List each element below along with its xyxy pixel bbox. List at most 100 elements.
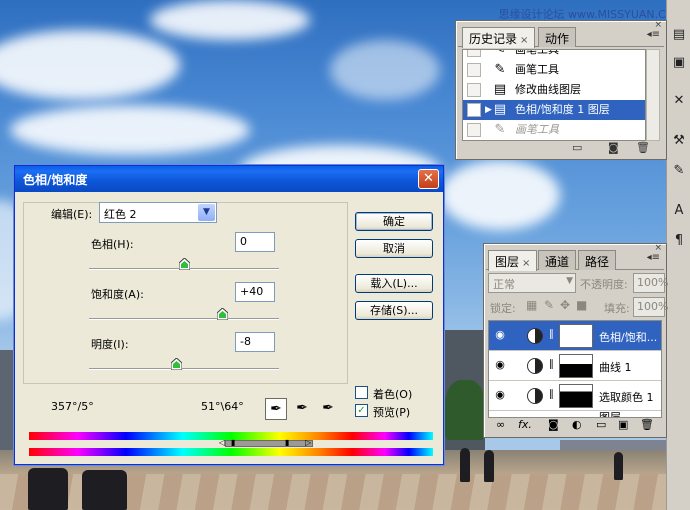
- layer-mask-thumbnail[interactable]: [559, 324, 593, 348]
- history-checkbox[interactable]: [467, 123, 481, 137]
- adjust-group: [23, 202, 348, 384]
- opacity-value: 100%: [637, 276, 669, 289]
- save-label: 存储(S)...: [369, 304, 419, 317]
- hue-saturation-dialog: 色相/饱和度 ✕ 编辑(E): 红色 2 ▼ 色相(H): 0 饱和度(A): …: [14, 165, 444, 465]
- eyedropper-plus-icon[interactable]: ✒: [291, 398, 313, 420]
- history-item-selected[interactable]: ▶ ▤ 色相/饱和度 1 图层: [463, 100, 645, 120]
- cancel-button[interactable]: 取消: [355, 239, 433, 258]
- lightness-slider-track[interactable]: [89, 358, 279, 370]
- ok-button[interactable]: 确定: [355, 212, 433, 231]
- range-knob-right-icon[interactable]: ▷: [305, 438, 311, 447]
- hue-label: 色相(H):: [91, 238, 134, 251]
- color-range-slider[interactable]: [225, 440, 313, 447]
- dialog-titlebar[interactable]: 色相/饱和度: [15, 166, 443, 192]
- layer-mask-thumbnail[interactable]: [559, 354, 593, 378]
- range-knob-icon[interactable]: ▮: [285, 438, 289, 447]
- panel-icon[interactable]: ▤: [670, 26, 688, 44]
- tab-actions[interactable]: 动作: [538, 27, 577, 47]
- cloud: [330, 40, 440, 100]
- load-button[interactable]: 载入(L)...: [355, 274, 433, 293]
- text-tool-icon[interactable]: A: [670, 202, 688, 220]
- group-icon[interactable]: ▭: [596, 418, 606, 431]
- trash-icon[interactable]: 🗑: [640, 418, 654, 431]
- tab-close-icon[interactable]: ×: [522, 258, 530, 269]
- blend-mode-select[interactable]: 正常 ▼: [488, 273, 576, 293]
- camera-icon[interactable]: ◙: [608, 141, 619, 154]
- new-adjustment-icon[interactable]: ◐: [572, 418, 582, 431]
- tab-close-icon[interactable]: ×: [520, 35, 528, 46]
- trash-icon[interactable]: 🗑: [636, 141, 650, 154]
- lock-move-icon[interactable]: ✥: [560, 298, 570, 312]
- person: [28, 468, 68, 510]
- hue-slider-track[interactable]: [89, 258, 279, 270]
- preview-checkbox[interactable]: ✓: [355, 404, 368, 417]
- lock-paint-icon[interactable]: ✎: [544, 298, 554, 312]
- history-checkbox[interactable]: [467, 50, 481, 57]
- cloud: [150, 0, 310, 40]
- chevron-down-icon: ▼: [198, 204, 215, 221]
- layers-palette: × 图层 × 通道 路径 ◂≡ 正常 ▼ 不透明度: 100% 锁定: ▦ ✎ ✥ …: [483, 243, 669, 438]
- link-layers-icon[interactable]: ∞: [496, 418, 505, 431]
- edit-select[interactable]: 红色 2 ▼: [99, 202, 217, 223]
- layer-row[interactable]: ◉ ∥ 选取颜色 1: [489, 381, 661, 411]
- history-item[interactable]: ✎ 画笔工具: [463, 50, 645, 60]
- history-item[interactable]: ✎ 画笔工具: [463, 120, 645, 140]
- adjustment-icon: [527, 388, 543, 404]
- layer-mask-thumbnail[interactable]: [559, 384, 593, 408]
- opacity-field[interactable]: 100%: [633, 273, 669, 293]
- tool-icon[interactable]: ✕: [670, 92, 688, 110]
- chevron-down-icon: ▼: [566, 276, 573, 286]
- fill-field[interactable]: 100%: [633, 297, 669, 317]
- tool-icon[interactable]: ⚒: [670, 132, 688, 150]
- eye-icon[interactable]: ◉: [492, 388, 508, 404]
- eyedropper-icon[interactable]: ✒: [265, 398, 287, 420]
- person: [82, 470, 127, 510]
- tab-channels[interactable]: 通道: [538, 250, 577, 270]
- fx-icon[interactable]: fx.: [518, 418, 532, 431]
- lock-row: 锁定: ▦ ✎ ✥ ■ 填充: 100%: [488, 297, 669, 319]
- lightness-input[interactable]: -8: [235, 332, 275, 352]
- layer-row[interactable]: ◉ ∥ 色相/饱和...: [489, 321, 661, 351]
- hue-slider-thumb[interactable]: [178, 258, 190, 270]
- history-checkbox[interactable]: [467, 63, 481, 77]
- tool-icon[interactable]: ✎: [670, 162, 688, 180]
- fill-value: 100%: [637, 300, 669, 313]
- layer-row[interactable]: ◉ ∥ 曲线 1: [489, 351, 661, 381]
- save-button[interactable]: 存储(S)...: [355, 301, 433, 320]
- history-palette: × 历史记录 × 动作 ◂≡ ✎ 画笔工具 ✎ 画笔工具 ▤ 修改曲线图层 ▶ ▤…: [455, 20, 667, 160]
- eyedropper-minus-icon[interactable]: ✒: [317, 398, 339, 420]
- panel-icon[interactable]: ▣: [670, 54, 688, 72]
- lock-transparency-icon[interactable]: ▦: [526, 298, 537, 312]
- history-item[interactable]: ▤ 修改曲线图层: [463, 80, 645, 100]
- tab-paths[interactable]: 路径: [578, 250, 617, 270]
- saturation-slider-track[interactable]: [89, 308, 279, 320]
- saturation-input[interactable]: +40: [235, 282, 275, 302]
- layer-row[interactable]: 图层...: [489, 411, 661, 417]
- document-icon: ▤: [493, 102, 507, 117]
- tab-layers-label: 图层: [495, 255, 520, 269]
- tool-icon[interactable]: ¶: [670, 232, 688, 250]
- colorize-checkbox[interactable]: [355, 386, 368, 399]
- history-checkbox[interactable]: [467, 83, 481, 97]
- saturation-slider-thumb[interactable]: [216, 308, 228, 320]
- eye-icon[interactable]: ◉: [492, 328, 508, 344]
- palette-menu-icon[interactable]: ◂≡: [647, 29, 660, 40]
- tab-history[interactable]: 历史记录 ×: [462, 27, 536, 48]
- blend-mode-value: 正常: [493, 278, 515, 291]
- close-button[interactable]: ✕: [418, 169, 439, 189]
- tab-layers[interactable]: 图层 ×: [488, 250, 538, 271]
- history-checkbox[interactable]: [467, 103, 481, 117]
- lock-label: 锁定:: [490, 302, 516, 315]
- snapshot-icon[interactable]: ▭: [572, 141, 582, 154]
- history-item[interactable]: ✎ 画笔工具: [463, 60, 645, 80]
- hue-input[interactable]: 0: [235, 232, 275, 252]
- lock-all-icon[interactable]: ■: [576, 298, 587, 312]
- range-knob-icon[interactable]: ▮: [231, 438, 235, 447]
- history-scrollbar[interactable]: [646, 49, 660, 141]
- new-layer-icon[interactable]: ▣: [618, 418, 628, 431]
- mask-icon[interactable]: ◙: [548, 418, 559, 431]
- range-knob-left-icon[interactable]: ◁: [219, 438, 225, 447]
- palette-menu-icon[interactable]: ◂≡: [647, 252, 660, 263]
- lightness-slider-thumb[interactable]: [170, 358, 182, 370]
- eye-icon[interactable]: ◉: [492, 358, 508, 374]
